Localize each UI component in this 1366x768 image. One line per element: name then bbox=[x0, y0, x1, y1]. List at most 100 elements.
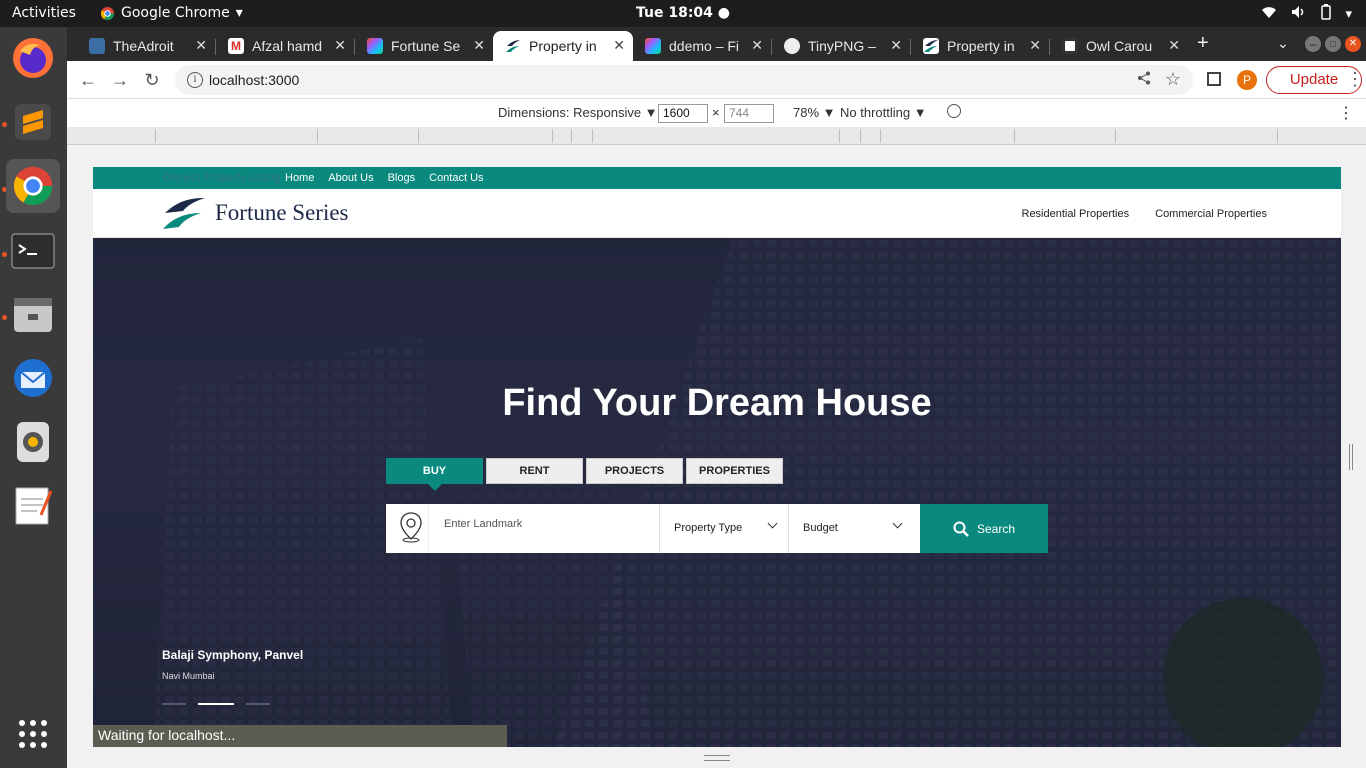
nav-contact[interactable]: Contact Us bbox=[429, 172, 483, 184]
close-icon[interactable]: ✕ bbox=[195, 37, 207, 54]
nav-blogs[interactable]: Blogs bbox=[388, 172, 416, 184]
activities-button[interactable]: Activities bbox=[12, 5, 76, 21]
side-panel-icon[interactable] bbox=[1207, 72, 1221, 86]
browser-tab[interactable]: ddemo – Fi ✕ bbox=[633, 31, 771, 61]
thunderbird-icon[interactable] bbox=[6, 351, 60, 405]
tab-strip: TheAdroit ✕ M Afzal hamd ✕ Fortune Se ✕ … bbox=[67, 27, 1366, 61]
site-header: Fortune Series Residential Properties Co… bbox=[93, 189, 1341, 238]
rotate-icon[interactable] bbox=[947, 104, 961, 118]
url-text[interactable]: localhost:3000 bbox=[209, 72, 299, 88]
maximize-icon[interactable]: □ bbox=[1325, 36, 1341, 52]
address-bar[interactable]: i localhost:3000 ☆ bbox=[175, 65, 1193, 95]
text-editor-icon[interactable] bbox=[6, 479, 60, 533]
close-icon[interactable]: ✕ bbox=[1168, 37, 1180, 54]
minimize-icon[interactable]: – bbox=[1305, 36, 1321, 52]
window-close-icon[interactable]: ✕ bbox=[1345, 36, 1361, 52]
tab-properties[interactable]: PROPERTIES bbox=[686, 458, 783, 484]
height-input[interactable]: 744 bbox=[724, 104, 774, 123]
carousel-dot-active[interactable] bbox=[198, 703, 234, 705]
tab-title: Afzal hamd bbox=[252, 38, 323, 54]
clock-text: Tue 18:04 bbox=[635, 5, 713, 21]
browser-tab-active[interactable]: Property in ✕ bbox=[493, 31, 633, 61]
system-tray[interactable]: ▾ bbox=[1261, 4, 1352, 23]
header-links: Residential Properties Commercial Proper… bbox=[1022, 208, 1268, 220]
media-query-ruler[interactable] bbox=[67, 127, 1366, 145]
site-info-icon[interactable]: i bbox=[187, 72, 203, 88]
close-icon[interactable]: ✕ bbox=[751, 37, 763, 54]
browser-tab[interactable]: TinyPNG – ✕ bbox=[772, 31, 910, 61]
landmark-input[interactable]: Enter Landmark bbox=[428, 504, 660, 553]
files-icon[interactable] bbox=[6, 287, 60, 341]
emulated-viewport: Owners Property Listing Home About Us Bl… bbox=[93, 167, 1341, 747]
browser-toolbar: ← → ↻ i localhost:3000 ☆ P Update ⋮ bbox=[67, 61, 1366, 99]
property-type-select[interactable]: Property Type bbox=[661, 504, 789, 553]
sublime-text-icon[interactable] bbox=[6, 95, 60, 149]
tab-search-chevron-icon[interactable]: ⌄ bbox=[1277, 35, 1289, 52]
more-menu-icon[interactable]: ⋮ bbox=[1346, 69, 1364, 90]
back-arrow-icon[interactable]: ← bbox=[77, 69, 99, 91]
dimensions-select[interactable]: Dimensions: Responsive ▼ bbox=[498, 105, 658, 120]
budget-select[interactable]: Budget bbox=[790, 504, 913, 553]
site-logo[interactable]: Fortune Series bbox=[161, 195, 349, 231]
building-background-image bbox=[93, 238, 1341, 747]
tab-buy[interactable]: BUY bbox=[386, 458, 483, 491]
app-menu[interactable]: Google Chrome ▾ bbox=[100, 5, 243, 21]
figma-icon bbox=[645, 38, 661, 54]
tab-rent[interactable]: RENT bbox=[486, 458, 583, 484]
owners-listing-link[interactable]: Owners Property Listing bbox=[163, 172, 280, 184]
tab-title: Fortune Se bbox=[391, 38, 461, 54]
figma-icon bbox=[367, 38, 383, 54]
close-icon[interactable]: ✕ bbox=[473, 37, 485, 54]
new-tab-plus-icon[interactable]: + bbox=[1197, 32, 1209, 55]
app-grid-icon[interactable] bbox=[6, 707, 60, 761]
tab-title: TinyPNG – bbox=[808, 38, 876, 54]
system-top-bar: Activities Google Chrome ▾ Tue 18:04 ● ▾ bbox=[0, 0, 1366, 27]
fortune-favicon-icon bbox=[923, 38, 939, 54]
tab-projects[interactable]: PROJECTS bbox=[586, 458, 683, 484]
throttling-select[interactable]: No throttling ▼ bbox=[840, 105, 927, 120]
carousel-dot[interactable] bbox=[162, 703, 186, 705]
dock bbox=[0, 27, 67, 768]
location-pin-icon bbox=[400, 512, 422, 543]
slide-caption-title: Balaji Symphony, Panvel bbox=[162, 648, 304, 662]
rhythmbox-icon[interactable] bbox=[6, 415, 60, 469]
search-icon bbox=[953, 521, 969, 537]
browser-tab[interactable]: M Afzal hamd ✕ bbox=[216, 31, 354, 61]
browser-tab[interactable]: Property in ✕ bbox=[911, 31, 1049, 61]
device-options-icon[interactable]: ⋮ bbox=[1338, 103, 1354, 123]
viewport-resize-handle-bottom[interactable] bbox=[704, 755, 730, 761]
carousel-dot[interactable] bbox=[246, 703, 270, 705]
terminal-icon[interactable] bbox=[6, 224, 60, 278]
profile-avatar[interactable]: P bbox=[1237, 70, 1257, 90]
browser-tab[interactable]: Owl Carou ✕ bbox=[1050, 31, 1188, 61]
close-icon[interactable]: ✕ bbox=[613, 37, 625, 54]
search-button[interactable]: Search bbox=[920, 504, 1048, 553]
chrome-icon[interactable] bbox=[6, 159, 60, 213]
browser-tab[interactable]: Fortune Se ✕ bbox=[355, 31, 493, 61]
clock[interactable]: Tue 18:04 ● bbox=[636, 5, 730, 21]
browser-tab[interactable]: TheAdroit ✕ bbox=[77, 31, 215, 61]
nav-about[interactable]: About Us bbox=[328, 172, 373, 184]
bookmark-star-icon[interactable]: ☆ bbox=[1165, 69, 1181, 90]
volume-icon bbox=[1291, 5, 1307, 22]
close-icon[interactable]: ✕ bbox=[334, 37, 346, 54]
close-icon[interactable]: ✕ bbox=[1029, 37, 1041, 54]
chrome-small-icon bbox=[100, 6, 115, 20]
width-input[interactable]: 1600 bbox=[658, 104, 708, 123]
residential-properties-link[interactable]: Residential Properties bbox=[1022, 208, 1130, 220]
commercial-properties-link[interactable]: Commercial Properties bbox=[1155, 208, 1267, 220]
status-bubble: Waiting for localhost... bbox=[93, 725, 507, 747]
nav-home[interactable]: Home bbox=[285, 172, 314, 184]
tab-title: Property in bbox=[947, 38, 1015, 54]
logo-text: Fortune Series bbox=[215, 200, 349, 225]
zoom-select[interactable]: 78% ▼ bbox=[793, 105, 836, 120]
device-toolbar: Dimensions: Responsive ▼ 1600 × 744 78% … bbox=[67, 99, 1366, 127]
share-icon[interactable] bbox=[1137, 71, 1151, 89]
reload-icon[interactable]: ↻ bbox=[141, 69, 163, 91]
tinypng-panda-icon bbox=[784, 38, 800, 54]
firefox-icon[interactable] bbox=[6, 31, 60, 85]
forward-arrow-icon[interactable]: → bbox=[109, 69, 131, 91]
viewport-resize-handle-right[interactable] bbox=[1349, 444, 1353, 470]
chevron-down-icon bbox=[892, 518, 903, 529]
close-icon[interactable]: ✕ bbox=[890, 37, 902, 54]
